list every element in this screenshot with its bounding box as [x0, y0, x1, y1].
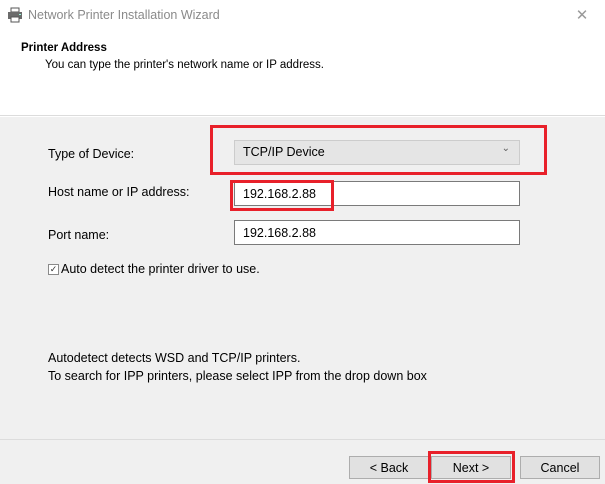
- host-label: Host name or IP address:: [48, 185, 190, 199]
- device-type-label: Type of Device:: [48, 147, 135, 161]
- back-button[interactable]: < Back: [349, 456, 429, 479]
- cancel-button[interactable]: Cancel: [520, 456, 600, 479]
- host-input[interactable]: [234, 181, 520, 206]
- note-line-1: Autodetect detects WSD and TCP/IP printe…: [48, 351, 301, 365]
- note-line-2: To search for IPP printers, please selec…: [48, 369, 427, 383]
- close-button[interactable]: ✕: [559, 0, 605, 30]
- content-panel: [0, 117, 605, 439]
- page-subtitle: You can type the printer's network name …: [45, 59, 324, 71]
- device-type-value: TCP/IP Device: [243, 145, 325, 159]
- auto-detect-checkbox-row[interactable]: ✓ Auto detect the printer driver to use.: [48, 262, 260, 276]
- close-icon: ✕: [575, 7, 589, 24]
- next-button[interactable]: Next >: [431, 456, 511, 479]
- page-title: Printer Address: [21, 42, 107, 54]
- device-type-dropdown[interactable]: TCP/IP Device ⌄: [234, 140, 520, 165]
- printer-icon: [8, 7, 22, 23]
- auto-detect-label: Auto detect the printer driver to use.: [61, 262, 260, 276]
- port-label: Port name:: [48, 228, 110, 242]
- wizard-header: Printer Address You can type the printer…: [0, 30, 605, 116]
- port-input[interactable]: [234, 220, 520, 245]
- title-bar: Network Printer Installation Wizard ✕: [0, 0, 605, 30]
- chevron-down-icon: ⌄: [501, 143, 510, 154]
- footer: [0, 439, 605, 484]
- auto-detect-checkbox[interactable]: ✓: [48, 263, 59, 275]
- window-title: Network Printer Installation Wizard: [28, 8, 220, 22]
